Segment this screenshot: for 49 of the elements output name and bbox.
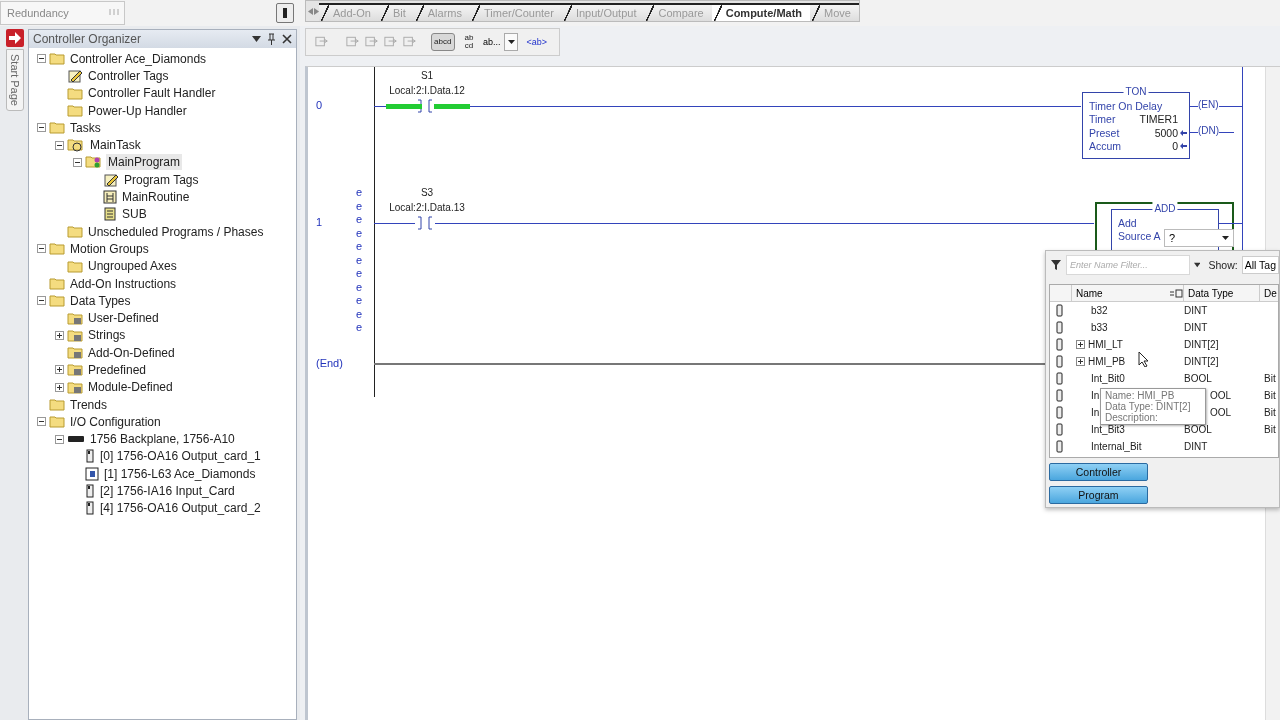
error-marker: e: [356, 253, 363, 266]
tag-description: Bit: [1263, 390, 1277, 401]
error-marker: e: [356, 199, 363, 212]
tag-type: DINT: [1184, 305, 1209, 316]
error-marker: e: [356, 267, 363, 279]
error-marker: e: [356, 280, 363, 293]
tag-type: DINT: [1184, 322, 1209, 333]
contact-tag: S3: [420, 187, 434, 198]
tag-type: BOOL: [1184, 373, 1213, 384]
tag-description: Bit: [1263, 424, 1277, 435]
contact-tag: S1: [420, 70, 434, 81]
rung-number: 1: [316, 216, 323, 228]
panel-title: Controller Organizer: [33, 32, 143, 46]
param-name: Timer: [1089, 113, 1116, 126]
tag-description: Bit: [1263, 373, 1277, 384]
show-label: Show:: [1208, 259, 1238, 271]
block-title: ADD: [1152, 202, 1178, 215]
block-title: TON: [1123, 85, 1149, 98]
error-marker: e: [356, 294, 363, 306]
error-marker: e: [356, 240, 363, 252]
tag-type: DINT[2]: [1184, 356, 1220, 367]
contact-address: Local:2:I.Data.13: [389, 202, 465, 213]
param-name: Preset: [1089, 126, 1120, 139]
output-coil: (DN): [1198, 125, 1220, 136]
param-value: 5000: [1154, 126, 1178, 139]
tag-type: DINT[2]: [1184, 339, 1220, 350]
tag-type: BOOL: [1184, 424, 1213, 435]
error-marker: e: [356, 213, 363, 225]
end-marker: (End): [316, 357, 343, 369]
tooltip-line: Name: HMI_PB: [1105, 390, 1176, 401]
tooltip-line: Data Type: DINT[2]: [1105, 401, 1192, 412]
block-description: Add: [1118, 216, 1137, 229]
error-marker: e: [356, 307, 363, 320]
error-marker: e: [356, 226, 363, 239]
tag-type: DINT: [1184, 441, 1209, 452]
contact-address: Local:2:I.Data.12: [389, 85, 465, 96]
block-description: Timer On Delay: [1089, 99, 1163, 112]
error-marker: e: [356, 186, 363, 198]
output-coil: (EN): [1198, 99, 1219, 110]
error-marker: e: [356, 321, 363, 333]
param-name: Accum: [1089, 140, 1122, 153]
tag-description: Bit: [1263, 407, 1277, 418]
param-value: 0: [1172, 140, 1178, 153]
param-name: Source A: [1118, 230, 1161, 243]
tag-type: OOL: [1209, 390, 1233, 401]
param-value: TIMER1: [1139, 113, 1178, 126]
tooltip-line: Description:: [1105, 412, 1159, 423]
redundancy-label: Redundancy: [7, 7, 69, 19]
rung-number: 0: [316, 99, 323, 111]
